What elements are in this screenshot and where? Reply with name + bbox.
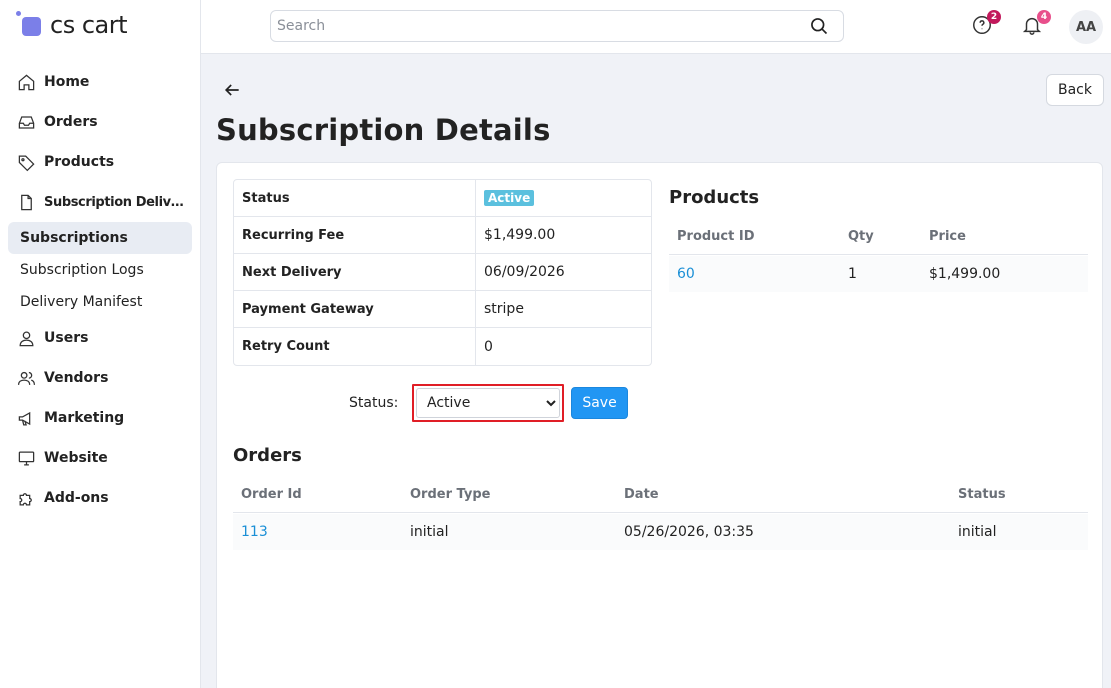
detail-value: 0	[484, 338, 493, 355]
megaphone-icon	[16, 408, 36, 428]
column-header: Date	[624, 487, 659, 502]
status-select[interactable]: Active	[416, 388, 560, 418]
help-button[interactable]: 2	[971, 10, 1001, 36]
sidebar-item-label: Vendors	[44, 370, 109, 386]
sidebar-item-users[interactable]: Users	[0, 318, 200, 358]
status-badge: Active	[484, 190, 535, 206]
sidebar-item-marketing[interactable]: Marketing	[0, 398, 200, 438]
detail-key: Retry Count	[234, 328, 476, 365]
logo-text: cs cart	[50, 11, 128, 39]
sidebar-item-label: Home	[44, 74, 90, 90]
tag-icon	[16, 152, 36, 172]
order-date: 05/26/2026, 03:35	[624, 524, 754, 540]
sidebar-item-products[interactable]: Products	[0, 142, 200, 182]
sidebar-item-label: Add-ons	[44, 490, 109, 506]
table-row: 60 1 $1,499.00	[669, 256, 1088, 292]
cs-cart-logo-icon	[16, 11, 44, 39]
notifications-button[interactable]: 4	[1021, 10, 1051, 36]
document-icon	[16, 192, 36, 212]
product-qty: 1	[848, 266, 857, 282]
user-icon	[16, 328, 36, 348]
sidebar-item-label: Marketing	[44, 410, 125, 426]
table-row: Retry Count 0	[234, 328, 651, 365]
order-status: initial	[958, 524, 997, 540]
detail-key: Payment Gateway	[234, 291, 476, 327]
notifications-badge: 4	[1037, 10, 1051, 24]
sidebar-item-label: Subscription Delivery ...	[44, 194, 190, 210]
status-select-highlight: Active	[412, 384, 564, 422]
product-id-link[interactable]: 60	[677, 266, 695, 282]
detail-value: 06/09/2026	[484, 264, 565, 280]
order-id-link[interactable]: 113	[241, 524, 268, 540]
sidebar-item-website[interactable]: Website	[0, 438, 200, 478]
search-icon[interactable]	[809, 16, 829, 36]
orders-title: Orders	[233, 445, 302, 466]
save-button[interactable]: Save	[571, 387, 628, 419]
sidebar-subitem-subscription-logs[interactable]: Subscription Logs	[8, 254, 192, 286]
column-header: Order Id	[241, 487, 302, 502]
back-arrow-icon[interactable]	[222, 80, 242, 100]
back-button[interactable]: Back	[1046, 74, 1104, 106]
detail-value: stripe	[484, 301, 524, 317]
order-type: initial	[410, 524, 449, 540]
puzzle-icon	[16, 488, 36, 508]
details-card: Status Active Recurring Fee $1,499.00 Ne…	[216, 162, 1103, 688]
column-header: Status	[958, 487, 1006, 502]
sidebar-item-label: Orders	[44, 114, 98, 130]
inbox-icon	[16, 112, 36, 132]
column-header: Qty	[848, 229, 874, 244]
table-row: Next Delivery 06/09/2026	[234, 254, 651, 291]
avatar[interactable]: AA	[1069, 10, 1103, 44]
detail-key: Next Delivery	[234, 254, 476, 290]
sidebar-item-label: Products	[44, 154, 115, 170]
users-icon	[16, 368, 36, 388]
table-row: 113 initial 05/26/2026, 03:35 initial	[233, 514, 1088, 550]
sidebar-subitem-delivery-manifest[interactable]: Delivery Manifest	[8, 286, 192, 318]
sidebar-item-label: Website	[44, 450, 108, 466]
column-header: Product ID	[677, 229, 755, 244]
column-header: Order Type	[410, 487, 491, 502]
status-label: Status:	[349, 395, 399, 411]
top-header: 2 4 AA	[201, 0, 1111, 54]
table-row: Recurring Fee $1,499.00	[234, 217, 651, 254]
details-table: Status Active Recurring Fee $1,499.00 Ne…	[233, 179, 652, 366]
table-row: Status Active	[234, 180, 651, 217]
products-table-header: Product ID Qty Price	[669, 219, 1088, 255]
table-row: Payment Gateway stripe	[234, 291, 651, 328]
monitor-icon	[16, 448, 36, 468]
column-header: Price	[929, 229, 966, 244]
sidebar-item-vendors[interactable]: Vendors	[0, 358, 200, 398]
detail-value: Active	[476, 180, 651, 216]
product-price: $1,499.00	[929, 266, 1001, 282]
detail-key: Recurring Fee	[234, 217, 476, 253]
sidebar-item-label: Users	[44, 330, 89, 346]
detail-value: $1,499.00	[484, 227, 556, 243]
detail-key: Status	[234, 180, 476, 216]
sidebar: cs cart Home Orders Products Subscriptio…	[0, 0, 201, 688]
home-icon	[16, 72, 36, 92]
products-title: Products	[669, 187, 760, 208]
orders-table-header: Order Id Order Type Date Status	[233, 477, 1088, 513]
sidebar-nav: Home Orders Products Subscription Delive…	[0, 62, 200, 518]
help-badge: 2	[987, 10, 1001, 24]
page-title: Subscription Details	[216, 113, 551, 147]
logo[interactable]: cs cart	[16, 10, 128, 40]
sidebar-item-home[interactable]: Home	[0, 62, 200, 102]
sidebar-item-subscription-delivery[interactable]: Subscription Delivery ...	[0, 182, 200, 222]
search-box	[270, 10, 844, 42]
sidebar-subitem-subscriptions[interactable]: Subscriptions	[8, 222, 192, 254]
sidebar-item-addons[interactable]: Add-ons	[0, 478, 200, 518]
sidebar-item-orders[interactable]: Orders	[0, 102, 200, 142]
search-input[interactable]	[277, 11, 797, 41]
status-form: Status: Active Save	[349, 384, 628, 422]
